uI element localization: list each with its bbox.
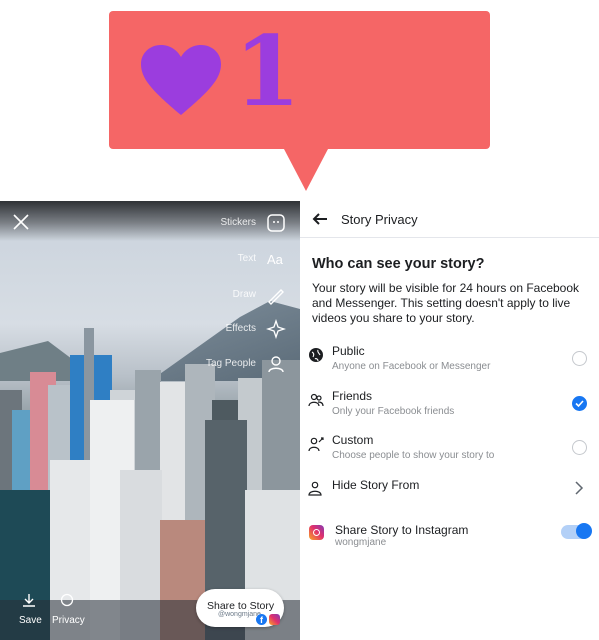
save-icon[interactable] — [22, 593, 36, 607]
svg-text:Aa: Aa — [267, 252, 284, 267]
tool-label-tag-people[interactable]: Tag People — [206, 358, 256, 369]
chevron-right-icon — [575, 481, 584, 495]
share-account-label: @wongmjane — [218, 611, 261, 618]
check-icon — [575, 400, 584, 408]
header: Story Privacy — [300, 201, 599, 238]
instagram-title: Share Story to Instagram — [335, 523, 469, 537]
privacy-button[interactable]: Privacy — [52, 615, 85, 626]
person-icon — [308, 481, 322, 496]
save-button[interactable]: Save — [19, 615, 42, 626]
toggle-knob — [576, 523, 592, 539]
draw-icon[interactable] — [266, 285, 286, 305]
tool-label-effects[interactable]: Effects — [226, 323, 256, 334]
effects-icon[interactable] — [266, 319, 286, 339]
tool-label-stickers[interactable]: Stickers — [220, 217, 256, 228]
like-count: 1 — [234, 15, 301, 128]
back-arrow-icon[interactable] — [312, 211, 328, 227]
section-heading: Who can see your story? — [312, 256, 485, 272]
page-title: Story Privacy — [341, 212, 418, 227]
hide-story-title: Hide Story From — [332, 478, 420, 492]
bubble-tail — [284, 149, 328, 191]
hide-story-from-row[interactable]: Hide Story From — [300, 475, 599, 513]
option-title: Custom — [332, 433, 374, 447]
text-icon[interactable]: Aa — [266, 249, 286, 269]
tool-label-text[interactable]: Text — [238, 253, 256, 264]
instagram-username: wongmjane — [335, 537, 387, 548]
share-to-story-button[interactable]: Share to Story @wongmjane f — [196, 589, 284, 627]
tag-people-icon[interactable] — [266, 354, 286, 374]
story-preview: Stickers Text Aa Draw Effects Tag People… — [0, 201, 300, 640]
option-custom[interactable]: Custom Choose people to show your story … — [300, 431, 599, 469]
option-friends[interactable]: Friends Only your Facebook friends — [300, 387, 599, 425]
instagram-icon — [269, 614, 280, 625]
option-title: Public — [332, 344, 365, 358]
privacy-icon[interactable] — [60, 593, 74, 607]
friends-icon — [308, 393, 324, 407]
option-subtitle: Anyone on Facebook or Messenger — [332, 361, 491, 372]
globe-icon — [309, 348, 323, 362]
share-to-instagram-row[interactable]: Share Story to Instagram wongmjane — [300, 521, 599, 559]
tool-label-draw[interactable]: Draw — [233, 289, 256, 300]
heart-icon — [141, 45, 221, 115]
instagram-icon — [309, 525, 324, 540]
instagram-toggle[interactable] — [561, 523, 592, 539]
radio-friends[interactable] — [572, 396, 587, 411]
facebook-icon: f — [256, 614, 267, 625]
radio-custom[interactable] — [572, 440, 587, 455]
option-public[interactable]: Public Anyone on Facebook or Messenger — [300, 342, 599, 380]
option-subtitle: Only your Facebook friends — [332, 406, 455, 417]
custom-icon — [308, 437, 324, 452]
close-icon[interactable] — [12, 213, 30, 231]
radio-public[interactable] — [572, 351, 587, 366]
option-subtitle: Choose people to show your story to — [332, 450, 495, 461]
story-privacy-panel: Story Privacy Who can see your story? Yo… — [300, 201, 599, 640]
sticker-icon[interactable] — [266, 213, 286, 233]
option-title: Friends — [332, 389, 373, 403]
privacy-description: Your story will be visible for 24 hours … — [312, 281, 580, 325]
